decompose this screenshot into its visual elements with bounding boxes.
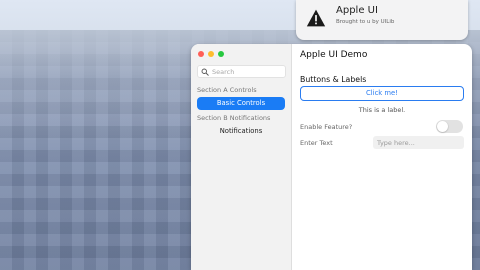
app-window: Section A Controls Basic Controls Sectio…: [191, 44, 472, 270]
zoom-window-button[interactable]: [218, 51, 224, 57]
toggle-label: Enable Feature?: [300, 123, 353, 131]
search-box[interactable]: [197, 65, 286, 78]
close-window-button[interactable]: [198, 51, 204, 57]
search-icon: [201, 68, 209, 76]
section-header-notifications: Section B Notifications: [197, 114, 271, 122]
toggle-knob: [437, 121, 448, 132]
section-header-controls: Section A Controls: [197, 86, 257, 94]
notification-subtitle: Brought to u by UILib: [336, 19, 395, 25]
window-title: Apple UI Demo: [300, 50, 368, 60]
group-title: Buttons & Labels: [300, 75, 367, 84]
warning-icon: [306, 9, 326, 27]
demo-label: This is a label.: [358, 106, 406, 114]
search-input[interactable]: [212, 67, 284, 77]
notification-toast: Apple UI Brought to u by UILib: [296, 0, 468, 40]
content-pane: Apple UI Demo Buttons & Labels Click me!…: [292, 44, 472, 270]
text-input-label: Enter Text: [300, 139, 333, 147]
sidebar-item-basic-controls[interactable]: Basic Controls: [197, 97, 285, 110]
text-input[interactable]: [373, 136, 464, 149]
notification-title: Apple UI: [336, 5, 378, 16]
click-me-button[interactable]: Click me!: [300, 86, 464, 101]
sidebar-item-notifications[interactable]: Notifications: [197, 125, 285, 138]
minimize-window-button[interactable]: [208, 51, 214, 57]
sidebar: Section A Controls Basic Controls Sectio…: [191, 44, 292, 270]
enable-feature-toggle[interactable]: [436, 120, 463, 133]
